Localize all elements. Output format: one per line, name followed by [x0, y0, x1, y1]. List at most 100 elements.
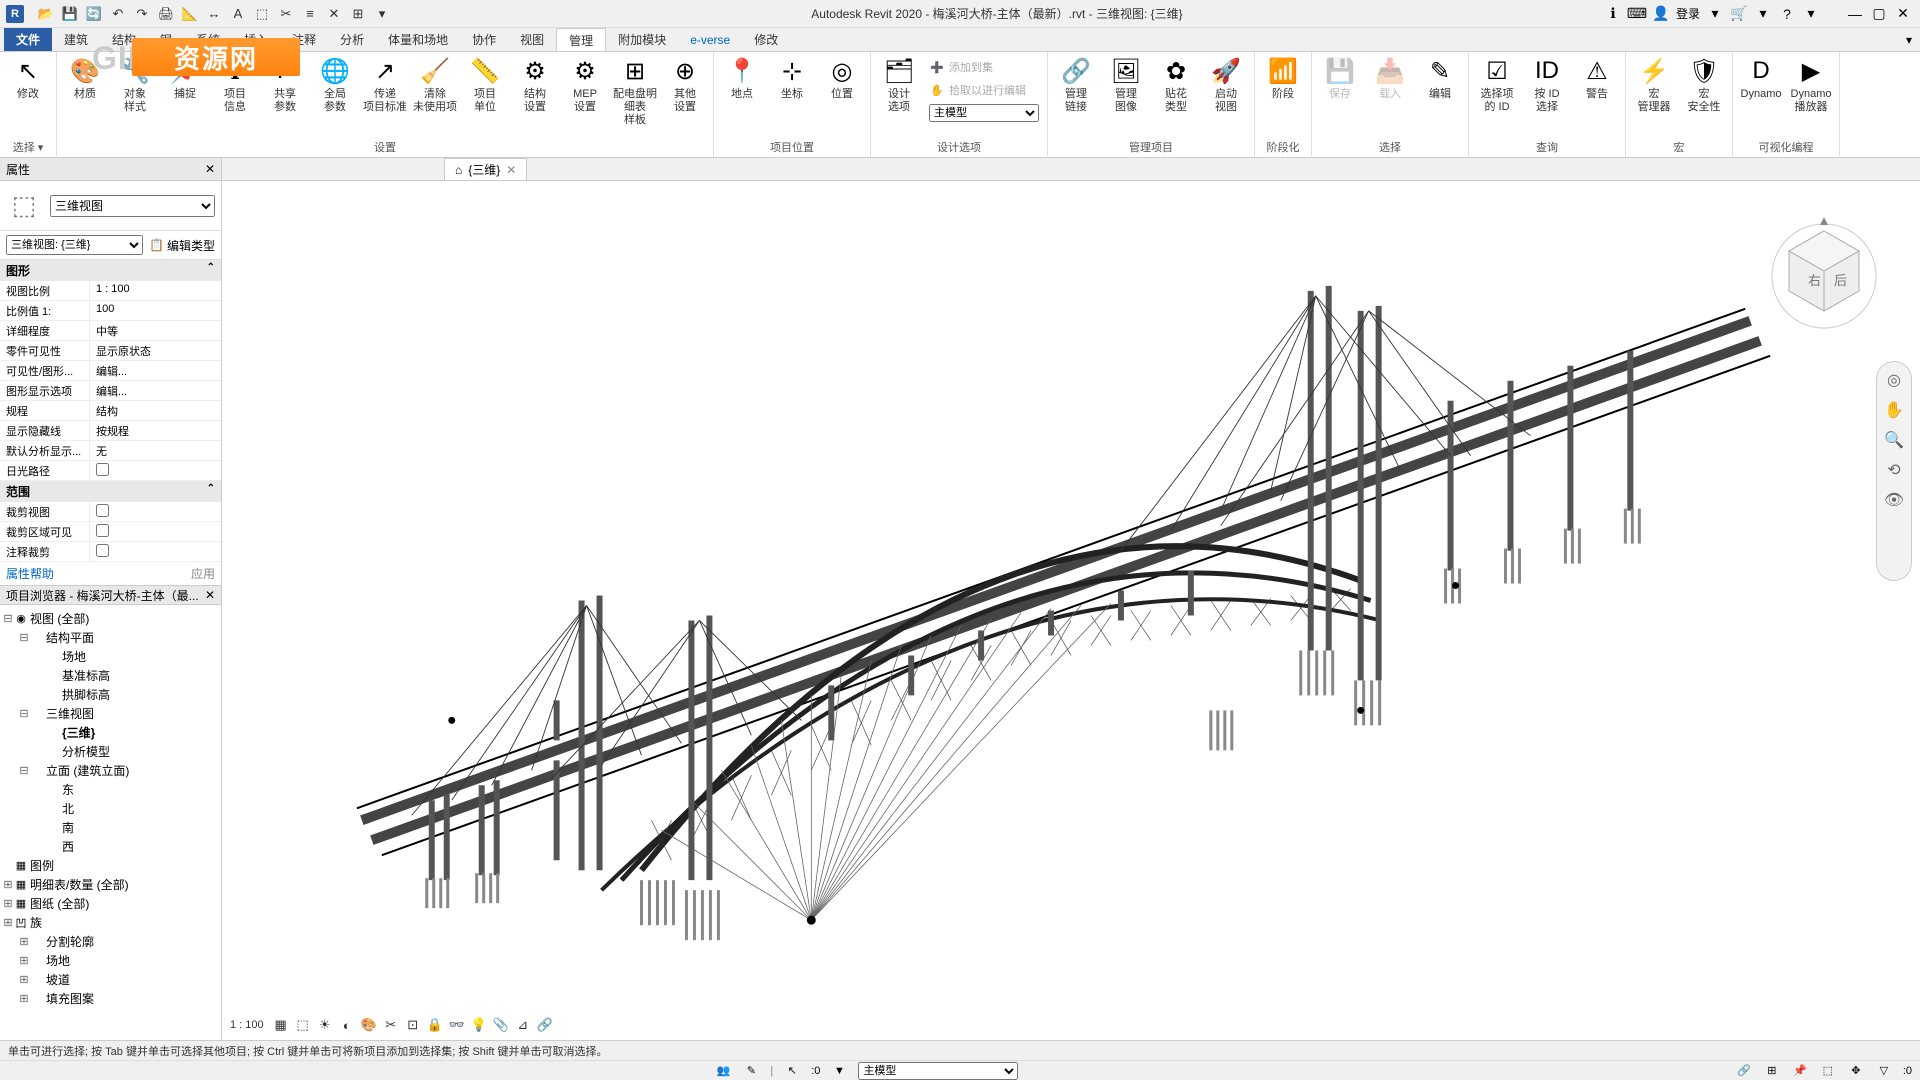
status-face-icon[interactable]: ⬚ [1819, 1062, 1837, 1080]
type-selector[interactable]: ⬚ 三维视图 [0, 181, 221, 231]
prop-row-规程[interactable]: 规程结构 [0, 401, 221, 421]
prop-row-图形显示选项[interactable]: 图形显示选项编辑... [0, 381, 221, 401]
ribbon-btn-启动视图[interactable]: 🚀启动视图 [1202, 54, 1250, 116]
minimize-icon[interactable]: — [1846, 5, 1864, 23]
status-underlay-icon[interactable]: ⊞ [1763, 1062, 1781, 1080]
tree-twisty-icon[interactable]: ⊟ [2, 612, 14, 625]
tree-node-{三维}[interactable]: {三维} [2, 723, 219, 742]
qat-drop-icon[interactable]: ▾ [372, 4, 392, 24]
cart-icon[interactable]: ▾ [1754, 5, 1772, 23]
qat-switch-icon[interactable]: ⊞ [348, 4, 368, 24]
tree-twisty-icon[interactable]: ⊞ [18, 935, 30, 948]
tab-分析[interactable]: 分析 [328, 28, 376, 51]
ribbon-btn-管理链接[interactable]: 🔗管理链接 [1052, 54, 1100, 116]
prop-row-显示隐藏线[interactable]: 显示隐藏线按规程 [0, 421, 221, 441]
prop-value[interactable] [90, 542, 221, 561]
prop-row-注释裁剪[interactable]: 注释裁剪 [0, 542, 221, 562]
prop-row-零件可见性[interactable]: 零件可见性显示原状态 [0, 341, 221, 361]
prop-value[interactable]: 100 [90, 301, 221, 320]
prop-value[interactable]: 按规程 [90, 421, 221, 440]
qat-3d-icon[interactable]: ⬚ [252, 4, 272, 24]
vcb-reveal-icon[interactable]: 💡 [470, 1016, 488, 1034]
ribbon-btn-宏安全性[interactable]: 🛡宏安全性 [1680, 54, 1728, 116]
tree-node-视图 (全部)[interactable]: ⊟◉视图 (全部) [2, 609, 219, 628]
ribbon-row-拾取以进行编辑[interactable]: ✋拾取以进行编辑 [925, 79, 1043, 101]
nav-pan-icon[interactable]: ✋ [1884, 400, 1904, 420]
qat-section-icon[interactable]: ✂ [276, 4, 296, 24]
tab-体量和场地[interactable]: 体量和场地 [376, 28, 460, 51]
maximize-icon[interactable]: ▢ [1870, 5, 1888, 23]
status-workset-icon[interactable]: 👥 [714, 1062, 732, 1080]
qat-close-icon[interactable]: ✕ [324, 4, 344, 24]
edit-type-button[interactable]: 📋 编辑类型 [149, 237, 215, 254]
tree-twisty-icon[interactable]: ⊞ [18, 992, 30, 1005]
project-browser-close-icon[interactable]: ✕ [205, 588, 215, 602]
tree-node-填充图案[interactable]: ⊞填充图案 [2, 989, 219, 1008]
vcb-temp-icon[interactable]: 👓 [448, 1016, 466, 1034]
ribbon-btn-全局参数[interactable]: 🌐全局参数 [311, 54, 359, 116]
prop-checkbox[interactable] [96, 524, 109, 537]
status-editreq-icon[interactable]: ✎ [742, 1062, 760, 1080]
qat-open-icon[interactable]: 📂 [36, 4, 56, 24]
vcb-render-icon[interactable]: 🎨 [360, 1016, 378, 1034]
project-browser-tree[interactable]: ⊟◉视图 (全部)⊟结构平面场地基准标高拱脚标高⊟三维视图{三维}分析模型⊟立面… [0, 605, 221, 1040]
ribbon-btn-修改[interactable]: ↖修改 [4, 54, 52, 103]
prop-value[interactable]: 显示原状态 [90, 341, 221, 360]
tab-附加模块[interactable]: 附加模块 [606, 28, 678, 51]
qat-redo-icon[interactable]: ↷ [132, 4, 152, 24]
tree-node-族[interactable]: ⊞凹族 [2, 913, 219, 932]
qat-sync-icon[interactable]: 🔄 [84, 4, 104, 24]
tree-node-南[interactable]: 南 [2, 818, 219, 837]
tab-e-verse[interactable]: e-verse [678, 28, 742, 51]
tree-node-西[interactable]: 西 [2, 837, 219, 856]
ribbon-btn-编辑[interactable]: ✎编辑 [1416, 54, 1464, 103]
tree-node-结构平面[interactable]: ⊟结构平面 [2, 628, 219, 647]
status-link-select-icon[interactable]: 🔗 [1735, 1062, 1753, 1080]
document-tab-3d[interactable]: ⌂ {三维} ✕ [444, 158, 527, 180]
tree-twisty-icon[interactable]: ⊞ [18, 954, 30, 967]
qat-align-icon[interactable]: ↔ [204, 4, 224, 24]
tree-twisty-icon[interactable]: ⊟ [18, 707, 30, 720]
tree-twisty-icon[interactable]: ⊞ [2, 897, 14, 910]
status-select-icon[interactable]: ↖ [783, 1062, 801, 1080]
prop-row-默认分析显示...[interactable]: 默认分析显示...无 [0, 441, 221, 461]
tree-node-分析模型[interactable]: 分析模型 [2, 742, 219, 761]
ribbon-btn-阶段[interactable]: 📶阶段 [1259, 54, 1307, 103]
ribbon-btn-传递项目标准[interactable]: ↗传递项目标准 [361, 54, 409, 116]
qat-undo-icon[interactable]: ↶ [108, 4, 128, 24]
tab-视图[interactable]: 视图 [508, 28, 556, 51]
ribbon-btn-警告[interactable]: ⚠警告 [1573, 54, 1621, 103]
tree-node-基准标高[interactable]: 基准标高 [2, 666, 219, 685]
help-drop-icon[interactable]: ▾ [1802, 5, 1820, 23]
ribbon-btn-项目单位[interactable]: 📏项目单位 [461, 54, 509, 116]
tree-node-三维视图[interactable]: ⊟三维视图 [2, 704, 219, 723]
vcb-lock-icon[interactable]: 🔒 [426, 1016, 444, 1034]
ribbon-btn-选择项的 ID[interactable]: ☑选择项的 ID [1473, 54, 1521, 116]
prop-category-范围[interactable]: 范围⌃ [0, 481, 221, 502]
nav-zoom-icon[interactable]: 🔍 [1884, 430, 1904, 450]
ribbon-btn-管理图像[interactable]: 🖼管理图像 [1102, 54, 1150, 116]
view-cube[interactable]: 右 后 [1764, 211, 1884, 331]
vcb-sun-icon[interactable]: ☀ [316, 1016, 334, 1034]
tab-管理[interactable]: 管理 [556, 28, 606, 51]
ribbon-btn-地点[interactable]: 📍地点 [718, 54, 766, 103]
ribbon-btn-design-options[interactable]: 🗂设计选项 [875, 54, 923, 116]
tree-node-坡道[interactable]: ⊞坡道 [2, 970, 219, 989]
vcb-scale[interactable]: 1 : 100 [230, 1019, 264, 1031]
ribbon-btn-清除未使用项[interactable]: 🧹清除未使用项 [411, 54, 459, 116]
qat-text-icon[interactable]: A [228, 4, 248, 24]
prop-row-可见性/图形...[interactable]: 可见性/图形...编辑... [0, 361, 221, 381]
user-icon[interactable]: 👤 [1652, 5, 1670, 23]
tree-node-图例[interactable]: ▦图例 [2, 856, 219, 875]
tree-twisty-icon[interactable]: ⊞ [2, 916, 14, 929]
qat-thin-icon[interactable]: ≡ [300, 4, 320, 24]
close-icon[interactable]: ✕ [1894, 5, 1912, 23]
tree-twisty-icon[interactable]: ⊞ [18, 973, 30, 986]
ribbon-row-添加到集[interactable]: ➕添加到集 [925, 56, 1043, 78]
tree-node-分割轮廓[interactable]: ⊞分割轮廓 [2, 932, 219, 951]
status-filter2-icon[interactable]: ▽ [1875, 1062, 1893, 1080]
prop-value[interactable]: 编辑... [90, 381, 221, 400]
prop-checkbox[interactable] [96, 463, 109, 476]
vcb-shadow-icon[interactable]: ◐ [338, 1016, 356, 1034]
nav-look-icon[interactable]: 👁 [1884, 490, 1904, 510]
